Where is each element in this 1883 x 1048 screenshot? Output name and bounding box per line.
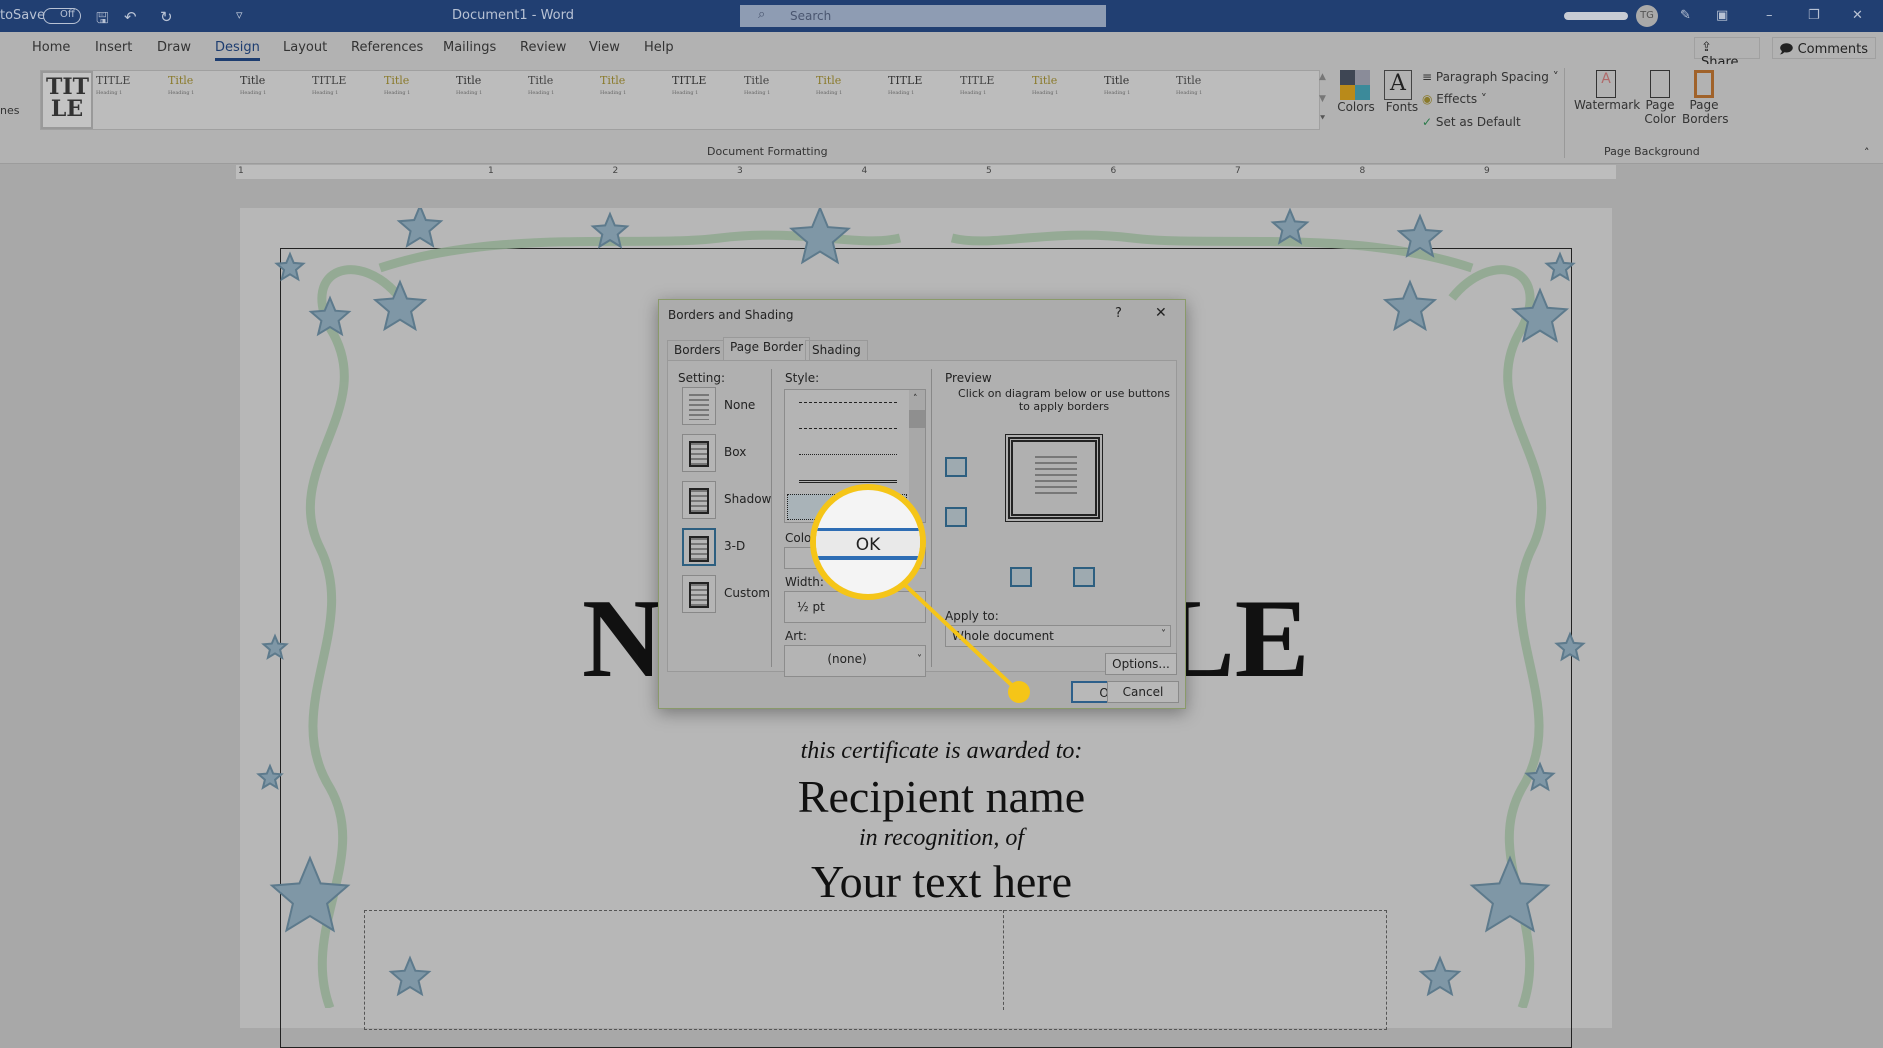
callout-dot <box>1008 681 1030 703</box>
magnifier-callout: OK <box>810 484 926 600</box>
magnified-ok-button: OK <box>816 528 920 560</box>
callout-line <box>903 583 1021 694</box>
